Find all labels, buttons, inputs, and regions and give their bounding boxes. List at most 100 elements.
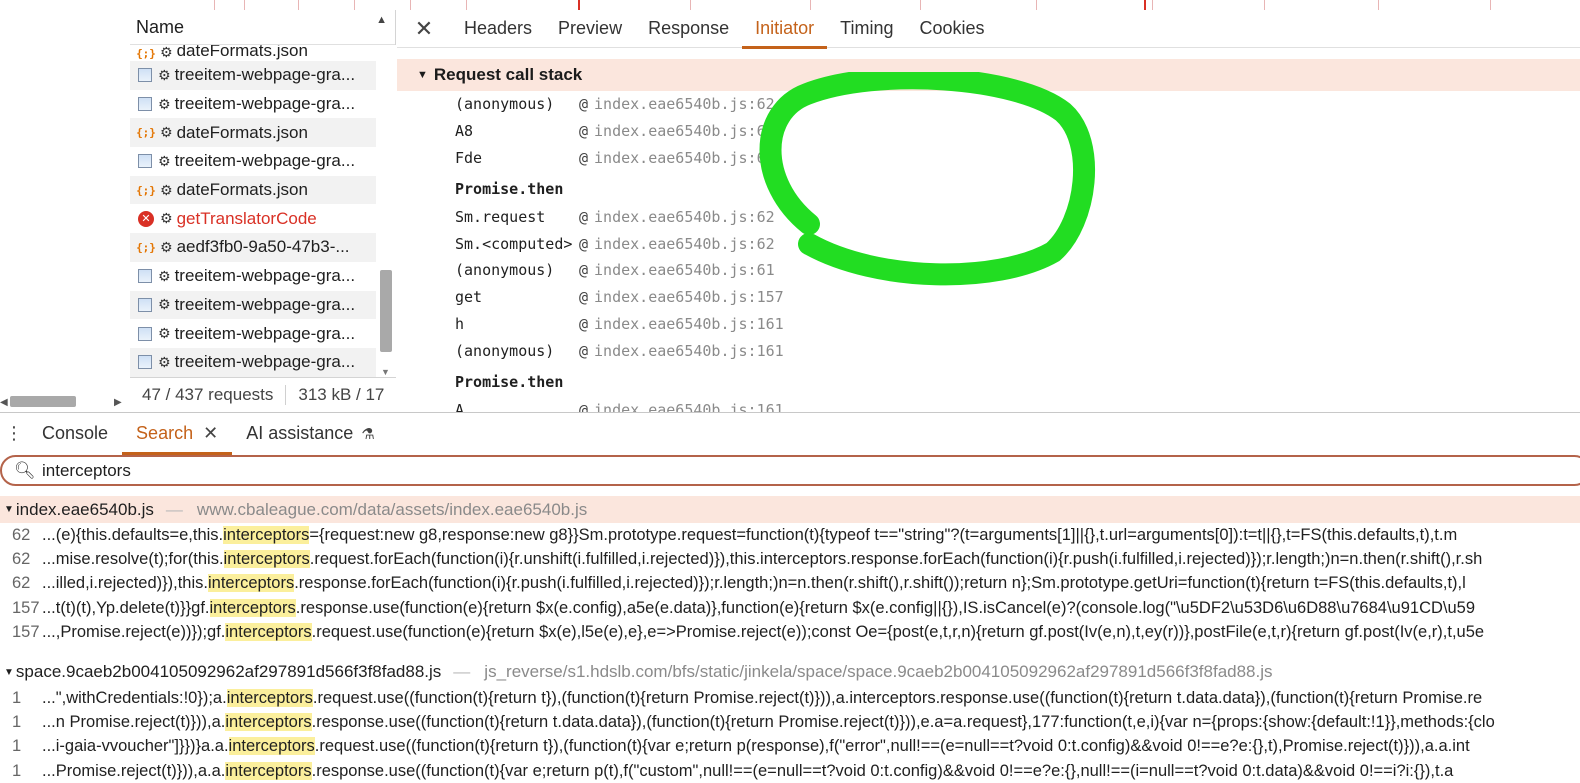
tab-cookies[interactable]: Cookies: [907, 10, 998, 48]
at-sign: @: [579, 148, 589, 167]
search-match-row[interactable]: 1 ...",withCredentials:!0});a.interceptor…: [0, 686, 1580, 710]
request-list: Name ▲ {;} ⚙ dateFormats.json ⚙ treeitem-web…: [130, 10, 396, 412]
expand-triangle-icon[interactable]: ▼: [4, 667, 14, 678]
source-link[interactable]: index.eae6540b.js:61: [594, 261, 775, 279]
match-code: ...",withCredentials:!0});a.interceptors…: [42, 688, 1483, 708]
image-file-icon: [138, 154, 152, 169]
search-input[interactable]: [42, 460, 642, 481]
request-row[interactable]: ⚙ treeitem-webpage-gra...: [130, 262, 376, 291]
request-call-stack-header[interactable]: ▼ Request call stack: [397, 59, 1580, 91]
match-code: ...mise.resolve(t);for(this.interceptors…: [42, 550, 1482, 569]
separator: —: [453, 662, 471, 682]
tab-headers[interactable]: Headers: [451, 10, 545, 48]
request-row[interactable]: ⚙ treeitem-webpage-gra...: [130, 61, 376, 90]
line-number: 157: [12, 598, 40, 617]
line-number: 1: [12, 761, 22, 780]
search-match-row[interactable]: 1 ...Promise.reject(t)})),a.a.interceptor…: [0, 759, 1580, 783]
scroll-thumb[interactable]: [10, 396, 76, 407]
search-match-row[interactable]: 62 ...(e){this.defaults=e,this.intercepto…: [0, 523, 1580, 547]
scroll-left-icon[interactable]: ◀: [0, 397, 8, 408]
json-file-icon: {;}: [136, 240, 156, 254]
request-name: dateFormats.json: [176, 122, 308, 142]
request-list-scrollbar[interactable]: ▼: [376, 45, 396, 377]
source-link[interactable]: index.eae6540b.js:62: [594, 235, 775, 253]
at-sign: @: [579, 234, 589, 253]
search-match-row[interactable]: 1 ...n Promise.reject(t)})),a.interceptor…: [0, 710, 1580, 734]
drawer-tab-console[interactable]: Console: [28, 413, 122, 455]
tab-preview[interactable]: Preview: [545, 10, 635, 48]
request-row[interactable]: ⚙ treeitem-webpage-gra...: [130, 347, 376, 377]
separator: —: [165, 499, 183, 519]
search-bar: 🔍︎: [0, 455, 1580, 486]
request-row[interactable]: {;} ⚙ dateFormats.json: [130, 118, 376, 148]
source-link[interactable]: index.eae6540b.js:62: [594, 208, 775, 226]
at-sign: @: [579, 261, 589, 280]
source-link[interactable]: index.eae6540b.js:157: [594, 288, 784, 306]
result-file-header[interactable]: ▼ index.eae6540b.js — www.cbaleague.com/dat…: [0, 496, 1580, 523]
expand-triangle-icon[interactable]: ▼: [4, 504, 14, 515]
code-before-match: ...mise.resolve(t);for(this.: [42, 550, 224, 569]
service-worker-gear-icon: ⚙: [158, 152, 171, 169]
expand-triangle-icon[interactable]: ▼: [417, 69, 428, 81]
tab-initiator[interactable]: Initiator: [742, 10, 828, 49]
more-options-icon[interactable]: ⋮: [0, 423, 28, 444]
match-highlight: interceptors: [223, 525, 310, 544]
json-file-icon: {;}: [136, 183, 156, 197]
result-file-header[interactable]: ▼ space.9caeb2b004105092962af297891d566f3…: [0, 658, 1580, 686]
code-after-match: .request.use((function(t){return t}),(fu…: [314, 737, 1470, 756]
tab-response[interactable]: Response: [635, 10, 742, 48]
match-code: ...,Promise.reject(e))});gf.interceptors…: [42, 623, 1484, 642]
request-name: treeitem-webpage-gra...: [174, 94, 356, 114]
name-column-label: Name: [136, 16, 185, 37]
function-name: Fde: [455, 148, 483, 167]
stack-frame: A8 @ index.eae6540b.js:62: [455, 118, 1055, 145]
match-code: ...Promise.reject(t)})),a.a.interceptors…: [42, 761, 1453, 781]
close-tab-icon[interactable]: ✕: [203, 423, 218, 444]
result-file-name: index.eae6540b.js: [15, 499, 154, 519]
request-row[interactable]: ✕ ⚙ getTranslatorCode: [130, 204, 376, 233]
source-link[interactable]: index.eae6540b.js:161: [594, 315, 784, 333]
search-match-row[interactable]: 157 ...t(t)(t),Yp.delete(t)}}gf.intercept…: [0, 596, 1580, 620]
code-after-match: .request.use((function(t){return t}),(fu…: [312, 688, 1483, 707]
source-link[interactable]: index.eae6540b.js:161: [594, 342, 784, 360]
code-before-match: ...illed,i.rejected)}),this.: [42, 574, 208, 593]
request-row[interactable]: {;} ⚙ aedf3fb0-9a50-47b3-...: [130, 233, 376, 262]
stack-frame: Sm.<computed> @ index.eae6540b.js:62: [455, 230, 1055, 257]
request-row[interactable]: ⚙ treeitem-webpage-gra...: [130, 90, 376, 119]
drawer-tab-bar: ⋮ Console Search ✕ AI assistance ⚗: [0, 412, 1580, 455]
request-row[interactable]: {;} ⚙ dateFormats.json: [130, 45, 376, 61]
name-column-header[interactable]: Name ▲: [130, 10, 395, 45]
horizontal-scrollbar[interactable]: ◀ ▶: [0, 392, 130, 412]
scroll-down-icon[interactable]: ▼: [381, 367, 390, 377]
stack-frame: (anonymous) @ index.eae6540b.js:161: [455, 337, 1055, 364]
sort-up-icon[interactable]: ▲: [376, 14, 387, 26]
search-match-row[interactable]: 1 ...i-gaia-vvoucher"]}})}a.a.interceptor…: [0, 735, 1580, 759]
result-file-path: www.cbaleague.com/data/assets/index.eae6…: [196, 499, 588, 519]
source-link[interactable]: index.eae6540b.js:62: [594, 122, 775, 140]
at-sign: @: [579, 95, 589, 114]
request-row[interactable]: ⚙ treeitem-webpage-gra...: [130, 319, 376, 348]
request-row[interactable]: ⚙ treeitem-webpage-gra...: [130, 290, 376, 320]
close-details-icon[interactable]: ✕: [397, 16, 451, 42]
drawer-tab-search[interactable]: Search ✕: [122, 413, 233, 455]
source-link[interactable]: index.eae6540b.js:62: [594, 149, 775, 167]
search-match-row[interactable]: 62 ...mise.resolve(t);for(this.intercepto…: [0, 547, 1580, 571]
drawer-tab-label: Console: [42, 423, 109, 443]
tab-timing[interactable]: Timing: [827, 10, 906, 48]
scroll-thumb[interactable]: [380, 270, 392, 352]
search-results: ▼ index.eae6540b.js — www.cbaleague.com/dat…: [0, 496, 1580, 783]
json-file-icon: {;}: [136, 46, 156, 60]
search-match-row[interactable]: 62 ...illed,i.rejected)}),this.intercepto…: [0, 572, 1580, 596]
at-sign: @: [579, 314, 589, 333]
request-row[interactable]: ⚙ treeitem-webpage-gra...: [130, 147, 376, 176]
search-match-row[interactable]: 157 ...,Promise.reject(e))});gf.intercept…: [0, 621, 1580, 645]
result-file-name: space.9caeb2b004105092962af297891d566f3f…: [15, 662, 442, 682]
drawer-tab-ai-assistance[interactable]: AI assistance ⚗: [232, 413, 389, 455]
match-code: ...t(t)(t),Yp.delete(t)}}gf.interceptors…: [42, 598, 1475, 618]
request-name: dateFormats.json: [176, 180, 308, 200]
request-row[interactable]: {;} ⚙ dateFormats.json: [130, 175, 376, 205]
source-link[interactable]: index.eae6540b.js:62: [594, 95, 775, 113]
service-worker-gear-icon: ⚙: [158, 66, 171, 83]
stack-frame: Fde @ index.eae6540b.js:62: [455, 145, 1055, 172]
scroll-right-icon[interactable]: ▶: [114, 397, 122, 408]
